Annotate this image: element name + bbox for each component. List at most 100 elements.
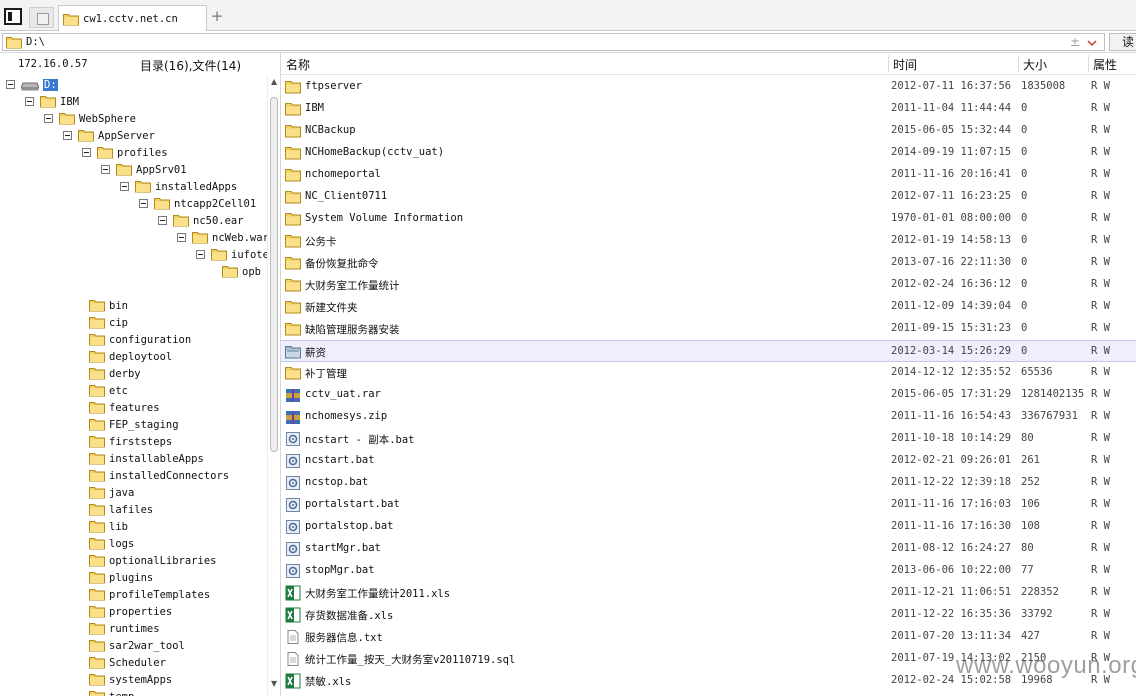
tree-node[interactable]: cip xyxy=(89,314,128,331)
file-row[interactable]: 新建文件夹 2011-12-09 14:39:04 0 R W xyxy=(281,296,1136,318)
file-row[interactable]: 备份恢复批命令 2013-07-16 22:11:30 0 R W xyxy=(281,252,1136,274)
collapse-icon[interactable] xyxy=(158,216,167,225)
tree-node[interactable]: IBM xyxy=(25,93,79,110)
tree-node-label: features xyxy=(109,401,160,414)
tree-node[interactable]: etc xyxy=(89,382,128,399)
collapse-icon[interactable] xyxy=(63,131,72,140)
scroll-up-icon[interactable]: ▲ xyxy=(271,77,277,86)
file-row[interactable]: portalstart.bat 2011-11-16 17:16:03 106 R W xyxy=(281,494,1136,516)
scrollbar-thumb[interactable] xyxy=(270,97,278,452)
tree-node[interactable]: temp xyxy=(89,688,134,696)
column-divider[interactable] xyxy=(888,55,889,72)
file-row[interactable]: ncstart.bat 2012-02-21 09:26:01 261 R W xyxy=(281,450,1136,472)
tree-node[interactable]: WebSphere xyxy=(44,110,136,127)
panel-toggle-icon[interactable] xyxy=(4,8,22,25)
file-row[interactable]: 公务卡 2012-01-19 14:58:13 0 R W xyxy=(281,230,1136,252)
tree-node[interactable]: Scheduler xyxy=(89,654,166,671)
tree-node[interactable]: plugins xyxy=(89,569,153,586)
column-size[interactable]: 大小 xyxy=(1023,56,1047,72)
file-row[interactable]: 补丁管理 2014-12-12 12:35:52 65536 R W xyxy=(281,362,1136,384)
tree-node[interactable]: opb xyxy=(222,263,261,280)
tree-node[interactable]: logs xyxy=(89,535,134,552)
column-divider[interactable] xyxy=(1018,55,1019,72)
collapse-icon[interactable] xyxy=(44,114,53,123)
file-row[interactable]: cctv_uat.rar 2015-06-05 17:31:29 128140213… xyxy=(281,384,1136,406)
file-row[interactable]: NCBackup 2015-06-05 15:32:44 0 R W xyxy=(281,120,1136,142)
tree-node[interactable]: optionalLibraries xyxy=(89,552,216,569)
tree-node[interactable]: installedConnectors xyxy=(89,467,229,484)
tree-scrollbar[interactable]: ▲ ▼ xyxy=(267,75,280,696)
collapse-icon[interactable] xyxy=(120,182,129,191)
file-row[interactable]: 薪资 2012-03-14 15:26:29 0 R W xyxy=(281,340,1136,362)
column-attr[interactable]: 属性 xyxy=(1093,56,1117,72)
collapse-icon[interactable] xyxy=(139,199,148,208)
column-time[interactable]: 时间 xyxy=(893,56,917,72)
tree-node[interactable]: AppServer xyxy=(63,127,155,144)
tree-node[interactable]: D: xyxy=(6,76,58,93)
tree-node[interactable]: sar2war_tool xyxy=(89,637,185,654)
tree-node[interactable]: nc50.ear xyxy=(158,212,244,229)
tree-node[interactable]: installedApps xyxy=(120,178,237,195)
new-pane-icon[interactable] xyxy=(29,7,54,28)
sort-toggle-icon[interactable]: ± xyxy=(1070,35,1080,49)
file-row[interactable]: nchomeportal 2011-11-16 20:16:41 0 R W xyxy=(281,164,1136,186)
file-row[interactable]: System Volume Information 1970-01-01 08:0… xyxy=(281,208,1136,230)
column-name[interactable]: 名称 xyxy=(286,56,310,72)
file-row[interactable]: 大财务室工作量统计2011.xls 2011-12-21 11:06:51 2283… xyxy=(281,582,1136,604)
column-divider[interactable] xyxy=(1088,55,1089,72)
collapse-icon[interactable] xyxy=(177,233,186,242)
tree-node[interactable]: profiles xyxy=(82,144,168,161)
file-row[interactable]: ncstart - 副本.bat 2011-10-18 10:14:29 80 R W xyxy=(281,428,1136,450)
tree-node[interactable]: profileTemplates xyxy=(89,586,210,603)
tree-node[interactable]: AppSrv01 xyxy=(101,161,187,178)
file-row[interactable]: 缺陷管理服务器安装 2011-09-15 15:31:23 0 R W xyxy=(281,318,1136,340)
tree-node[interactable]: java xyxy=(89,484,134,501)
tree-node[interactable]: iufote xyxy=(196,246,269,263)
tree-node[interactable]: installableApps xyxy=(89,450,204,467)
file-row[interactable]: ftpserver 2012-07-11 16:37:56 1835008 R W xyxy=(281,76,1136,98)
collapse-icon[interactable] xyxy=(196,250,205,259)
tree-node[interactable]: firststeps xyxy=(89,433,172,450)
scroll-down-icon[interactable]: ▼ xyxy=(271,679,277,688)
read-button[interactable]: 读 xyxy=(1109,33,1136,51)
collapse-icon[interactable] xyxy=(82,148,91,157)
chevron-down-icon[interactable] xyxy=(1086,37,1098,49)
tree-node[interactable]: features xyxy=(89,399,160,416)
tree-node[interactable]: properties xyxy=(89,603,172,620)
file-row[interactable]: 大财务室工作量统计 2012-02-24 16:36:12 0 R W xyxy=(281,274,1136,296)
tree-node[interactable]: ncWeb.war xyxy=(177,229,269,246)
file-row[interactable]: portalstop.bat 2011-11-16 17:16:30 108 R W xyxy=(281,516,1136,538)
tab-site[interactable]: cw1.cctv.net.cn xyxy=(58,5,207,32)
tree-node[interactable]: runtimes xyxy=(89,620,160,637)
file-time: 2011-12-22 16:35:36 xyxy=(891,608,1012,620)
tree-node[interactable]: derby xyxy=(89,365,141,382)
folder-icon xyxy=(173,215,189,227)
tree-node[interactable]: deploytool xyxy=(89,348,172,365)
tree-node-label: optionalLibraries xyxy=(109,554,217,567)
file-row[interactable]: NCHomeBackup(cctv_uat) 2014-09-19 11:07:1… xyxy=(281,142,1136,164)
tree-node[interactable]: FEP_staging xyxy=(89,416,179,433)
tree-node[interactable]: systemApps xyxy=(89,671,172,688)
file-row[interactable]: ncstop.bat 2011-12-22 12:39:18 252 R W xyxy=(281,472,1136,494)
file-row[interactable]: IBM 2011-11-04 11:44:44 0 R W xyxy=(281,98,1136,120)
file-row[interactable]: nchomesys.zip 2011-11-16 16:54:43 33676793… xyxy=(281,406,1136,428)
column-header: 名称 时间 大小 属性 xyxy=(281,53,1136,75)
file-row[interactable]: startMgr.bat 2011-08-12 16:24:27 80 R W xyxy=(281,538,1136,560)
file-row[interactable]: stopMgr.bat 2013-06-06 10:22:00 77 R W xyxy=(281,560,1136,582)
address-field[interactable]: D:\ ± xyxy=(2,33,1105,51)
tree-node[interactable]: configuration xyxy=(89,331,191,348)
file-row[interactable]: 服务器信息.txt 2011-07-20 13:11:34 427 R W xyxy=(281,626,1136,648)
file-time: 2012-01-19 14:58:13 xyxy=(891,234,1012,246)
tree-node[interactable]: lafiles xyxy=(89,501,153,518)
tree-node[interactable]: ntcapp2Cell01 xyxy=(139,195,256,212)
collapse-icon[interactable] xyxy=(25,97,34,106)
file-attr: R W xyxy=(1091,608,1110,620)
tree-node[interactable]: bin xyxy=(89,297,128,314)
file-row[interactable]: NC_Client0711 2012-07-11 16:23:25 0 R W xyxy=(281,186,1136,208)
collapse-icon[interactable] xyxy=(6,80,15,89)
add-tab-button[interactable]: + xyxy=(210,8,224,24)
file-list: ftpserver 2012-07-11 16:37:56 1835008 R W IB… xyxy=(281,76,1136,696)
file-row[interactable]: 存货数据准备.xls 2011-12-22 16:35:36 33792 R W xyxy=(281,604,1136,626)
tree-node[interactable]: lib xyxy=(89,518,128,535)
collapse-icon[interactable] xyxy=(101,165,110,174)
